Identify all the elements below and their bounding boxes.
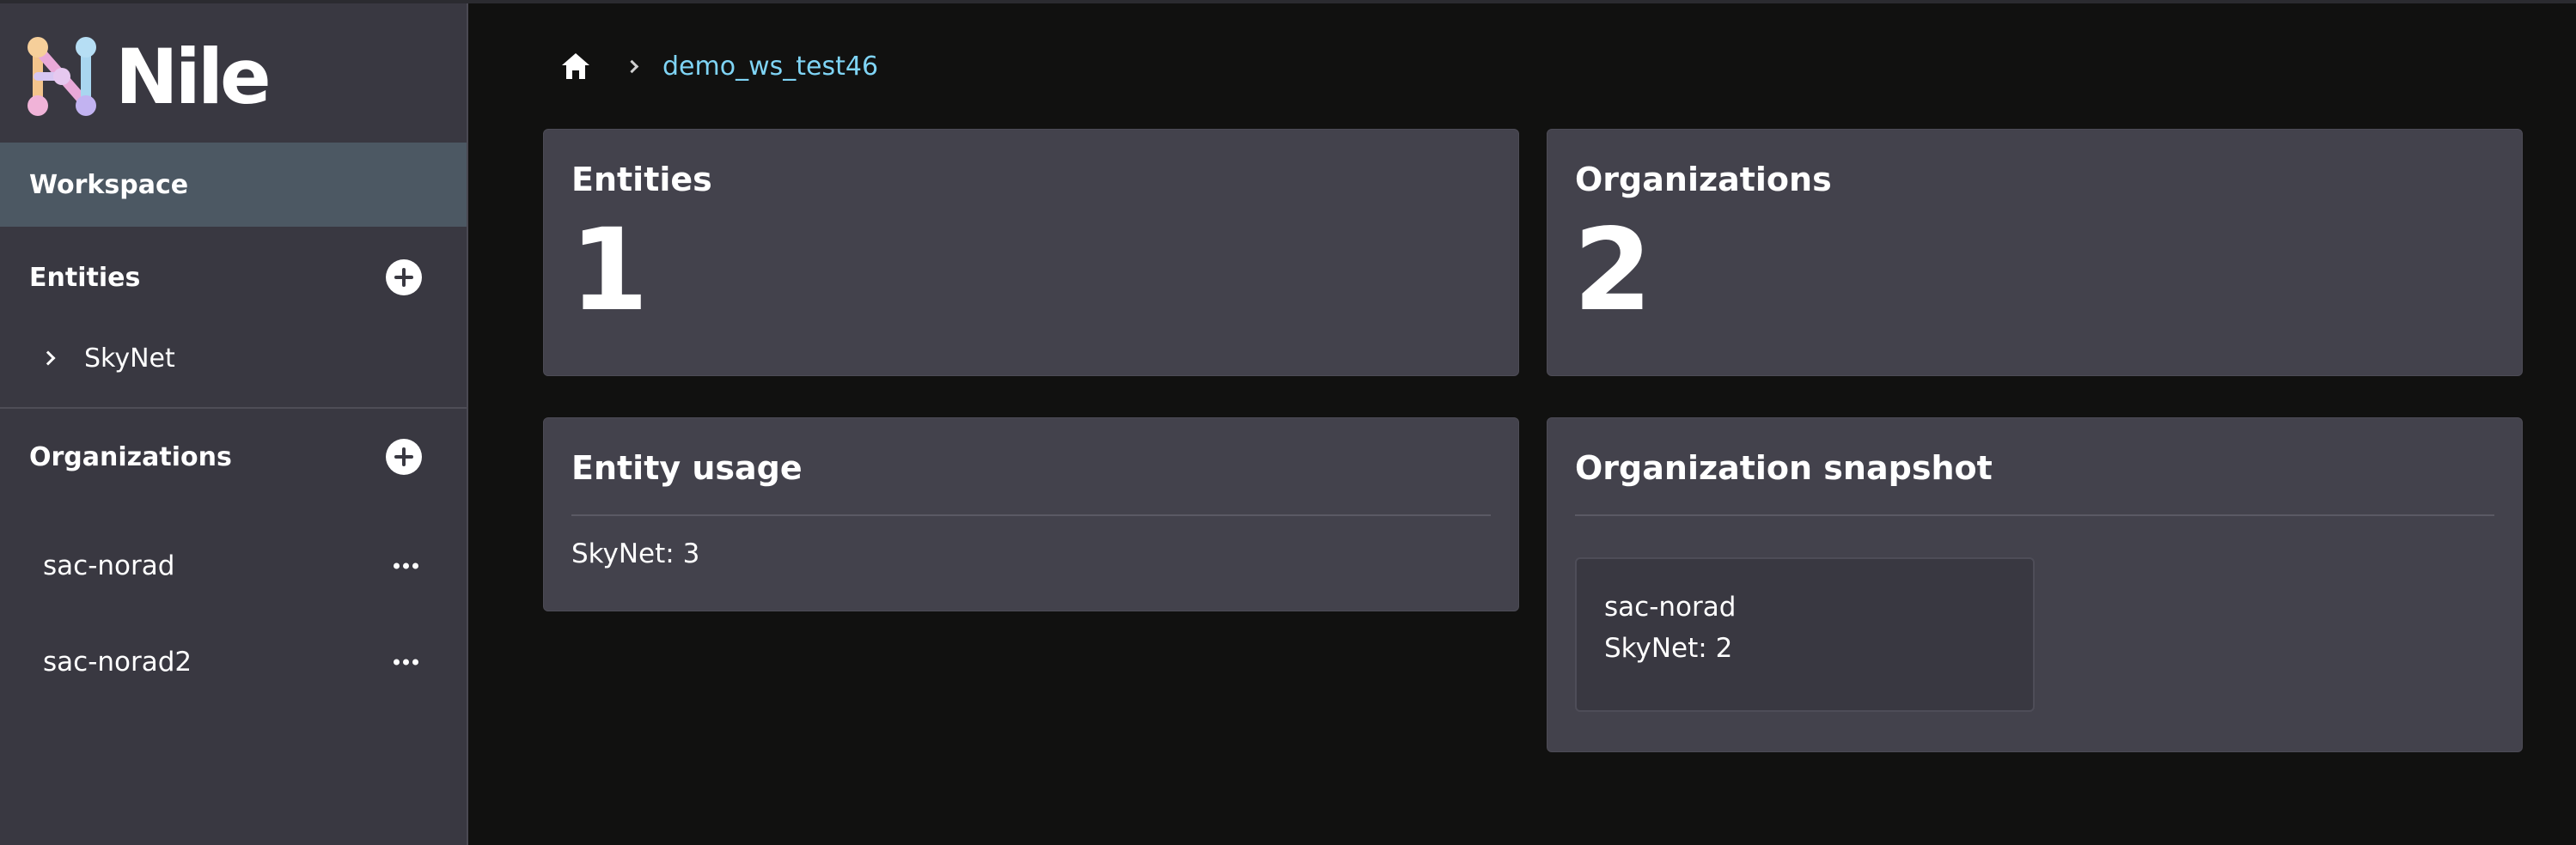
sidebar: Nile Workspace Entities SkyNet Organizat…	[0, 3, 468, 845]
logo-text: Nile	[115, 32, 272, 121]
sidebar-section-label: Entities	[29, 262, 141, 293]
sidebar-divider	[0, 407, 467, 409]
home-icon[interactable]	[559, 49, 593, 83]
sidebar-item-label: SkyNet	[84, 343, 175, 374]
organization-name: sac-norad	[1604, 592, 1737, 623]
breadcrumb-workspace-link[interactable]: demo_ws_test46	[662, 52, 878, 82]
more-horizontal-icon[interactable]	[394, 562, 418, 569]
sidebar-item-sac-norad[interactable]: sac-norad	[0, 536, 467, 596]
sidebar-item-label: sac-norad	[43, 550, 175, 581]
breadcrumb: demo_ws_test46	[559, 45, 878, 88]
add-organization-button[interactable]	[386, 439, 422, 475]
organization-snapshot-card: Organization snapshot sac-norad SkyNet: …	[1547, 417, 2523, 752]
card-divider	[571, 514, 1491, 516]
sidebar-section-label: Organizations	[29, 441, 232, 472]
sidebar-item-workspace[interactable]: Workspace	[0, 143, 467, 227]
more-horizontal-icon[interactable]	[394, 659, 418, 666]
entity-usage-card: Entity usage SkyNet: 3	[543, 417, 1519, 611]
sidebar-item-skynet[interactable]: SkyNet	[0, 328, 467, 388]
card-title: Organizations	[1575, 161, 1832, 198]
organization-usage: SkyNet: 2	[1604, 633, 1733, 664]
sidebar-item-sac-norad2[interactable]: sac-norad2	[0, 632, 467, 692]
nile-logo-icon	[27, 37, 96, 116]
entities-count: 1	[570, 204, 649, 337]
organizations-count: 2	[1573, 204, 1652, 337]
sidebar-item-label: Workspace	[29, 169, 189, 200]
card-title: Organization snapshot	[1575, 449, 1993, 487]
sidebar-section-organizations: Organizations	[0, 427, 467, 487]
entity-usage-row: SkyNet: 3	[571, 538, 700, 569]
card-title: Entity usage	[571, 449, 803, 487]
add-entity-button[interactable]	[386, 259, 422, 295]
entities-count-card: Entities 1	[543, 129, 1519, 376]
chevron-right-icon[interactable]	[40, 350, 56, 366]
logo[interactable]: Nile	[26, 29, 301, 124]
organization-snapshot-item[interactable]: sac-norad SkyNet: 2	[1575, 557, 2035, 712]
sidebar-item-label: sac-norad2	[43, 647, 192, 678]
card-divider	[1575, 514, 2494, 516]
card-title: Entities	[571, 161, 712, 198]
sidebar-section-entities: Entities	[0, 247, 467, 307]
organizations-count-card: Organizations 2	[1547, 129, 2523, 376]
chevron-right-icon	[625, 59, 639, 73]
